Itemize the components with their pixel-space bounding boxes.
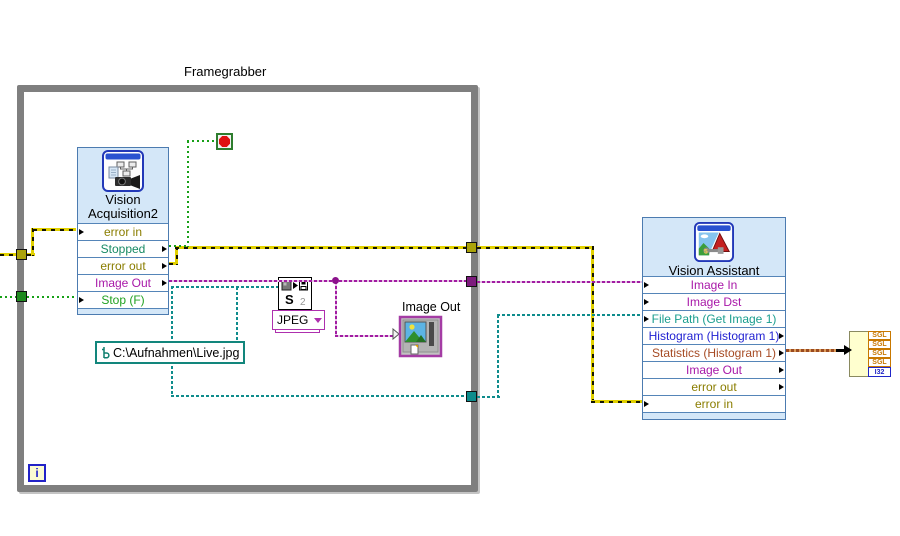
vision-acquisition-title: Vision Acquisition2 bbox=[87, 192, 159, 221]
vision-acquisition-node[interactable]: Vision Acquisition2 error in Stopped err… bbox=[77, 147, 169, 315]
cluster-field-sgl: SGL bbox=[868, 331, 891, 340]
vision-assistant-node[interactable]: 5 Vision Assistant Image In Image Dst Fi… bbox=[642, 217, 786, 420]
wire-stopped[interactable] bbox=[169, 245, 189, 247]
node-footer bbox=[643, 412, 785, 419]
tunnel-image[interactable] bbox=[466, 276, 477, 287]
terminal-histogram[interactable]: Histogram (Histogram 1) bbox=[643, 327, 785, 344]
wire-error-out[interactable] bbox=[591, 400, 642, 403]
terminal-statistics[interactable]: Statistics (Histogram 1) bbox=[643, 344, 785, 361]
path-type-icon bbox=[102, 347, 110, 359]
wire-error-in[interactable] bbox=[31, 228, 34, 256]
terminal-arrow-icon bbox=[79, 297, 84, 303]
terminal-arrow-icon bbox=[779, 384, 784, 390]
terminal-image-in[interactable]: Image In bbox=[643, 276, 785, 293]
terminal-arrow-icon bbox=[644, 316, 649, 322]
node-footer bbox=[78, 308, 168, 314]
wire-file-path[interactable] bbox=[171, 286, 278, 288]
format-dropdown[interactable]: JPEG bbox=[272, 310, 325, 330]
statistics-cluster-indicator[interactable] bbox=[849, 331, 869, 377]
terminal-arrow-icon bbox=[644, 401, 649, 407]
wire-file-path[interactable] bbox=[497, 314, 642, 316]
terminal-arrow-icon bbox=[644, 299, 649, 305]
file-path-value: C:\Aufnahmen\Live.jpg bbox=[113, 345, 240, 360]
terminal-error-in[interactable]: error in bbox=[643, 395, 785, 412]
format-label: JPEG bbox=[277, 313, 309, 327]
wire-error-out[interactable] bbox=[477, 246, 594, 249]
terminal-arrow-icon bbox=[79, 229, 84, 235]
tunnel-stop-boolean[interactable] bbox=[16, 291, 27, 302]
terminal-arrow-icon bbox=[779, 333, 784, 339]
wire-file-path[interactable] bbox=[236, 287, 238, 343]
cluster-field-i32: I32 bbox=[868, 367, 891, 377]
tunnel-error-out[interactable] bbox=[466, 242, 477, 253]
terminal-arrow-icon bbox=[779, 367, 784, 373]
wire-statistics[interactable] bbox=[786, 349, 838, 352]
cluster-field-sgl: SGL bbox=[868, 349, 891, 358]
wire-error-out[interactable] bbox=[175, 246, 466, 249]
terminal-error-out[interactable]: error out bbox=[643, 378, 785, 395]
stop-button[interactable] bbox=[216, 133, 233, 150]
statistics-cluster-fields[interactable]: SGL SGL SGL SGL I32 bbox=[868, 331, 891, 377]
terminal-image-dst[interactable]: Image Dst bbox=[643, 293, 785, 310]
image-display-icon bbox=[392, 315, 443, 358]
cluster-field-sgl: SGL bbox=[868, 340, 891, 349]
tunnel-error-in[interactable] bbox=[16, 249, 27, 260]
stop-sign-icon bbox=[219, 136, 230, 147]
wire-statistics-arrowhead-icon bbox=[844, 345, 852, 355]
wire-stop-input[interactable] bbox=[27, 296, 78, 298]
iteration-terminal[interactable]: i bbox=[28, 464, 46, 482]
wire-stopped[interactable] bbox=[187, 140, 216, 142]
vision-acquisition-icon bbox=[102, 150, 144, 197]
terminal-error-out[interactable]: error out bbox=[78, 257, 168, 274]
wire-image-out[interactable] bbox=[477, 281, 642, 283]
imaq-write-file-icon: S 2 bbox=[281, 280, 308, 308]
terminal-arrow-icon bbox=[162, 263, 167, 269]
terminal-image-out[interactable]: Image Out bbox=[78, 274, 168, 291]
block-diagram: Framegrabber i Vision Acquisition2 error… bbox=[0, 0, 900, 536]
loop-label: Framegrabber bbox=[184, 64, 267, 79]
cluster-field-sgl: SGL bbox=[868, 358, 891, 367]
svg-text:S: S bbox=[285, 292, 294, 307]
terminal-file-path[interactable]: File Path (Get Image 1) bbox=[643, 310, 785, 327]
wire-image-out[interactable] bbox=[169, 280, 466, 282]
instance-number: 2 bbox=[300, 297, 306, 307]
chevron-down-icon bbox=[314, 317, 323, 323]
wire-stop-input[interactable] bbox=[0, 296, 17, 298]
tunnel-file-path[interactable] bbox=[466, 391, 477, 402]
svg-text:5: 5 bbox=[704, 248, 708, 255]
terminal-image-out[interactable]: Image Out bbox=[643, 361, 785, 378]
wire-file-path[interactable] bbox=[171, 395, 466, 397]
wire-error-in[interactable] bbox=[33, 228, 76, 231]
terminal-stopped[interactable]: Stopped bbox=[78, 240, 168, 257]
wire-file-path[interactable] bbox=[497, 315, 499, 398]
terminal-arrow-icon bbox=[644, 282, 649, 288]
terminal-arrow-icon bbox=[162, 280, 167, 286]
terminal-arrow-icon bbox=[162, 246, 167, 252]
vision-assistant-icon: 5 bbox=[694, 222, 734, 267]
wire-error-out[interactable] bbox=[591, 246, 594, 403]
terminal-stop-f[interactable]: Stop (F) bbox=[78, 291, 168, 308]
wire-image-branch[interactable] bbox=[335, 335, 393, 337]
image-display-indicator[interactable] bbox=[392, 315, 443, 363]
image-indicator-label: Image Out bbox=[402, 300, 461, 314]
file-path-constant[interactable]: C:\Aufnahmen\Live.jpg bbox=[95, 341, 245, 364]
wire-junction-dot[interactable] bbox=[332, 277, 339, 284]
wire-stopped[interactable] bbox=[187, 141, 189, 247]
terminal-arrow-icon bbox=[779, 350, 784, 356]
terminal-error-in[interactable]: error in bbox=[78, 223, 168, 240]
wire-image-branch[interactable] bbox=[335, 281, 337, 337]
